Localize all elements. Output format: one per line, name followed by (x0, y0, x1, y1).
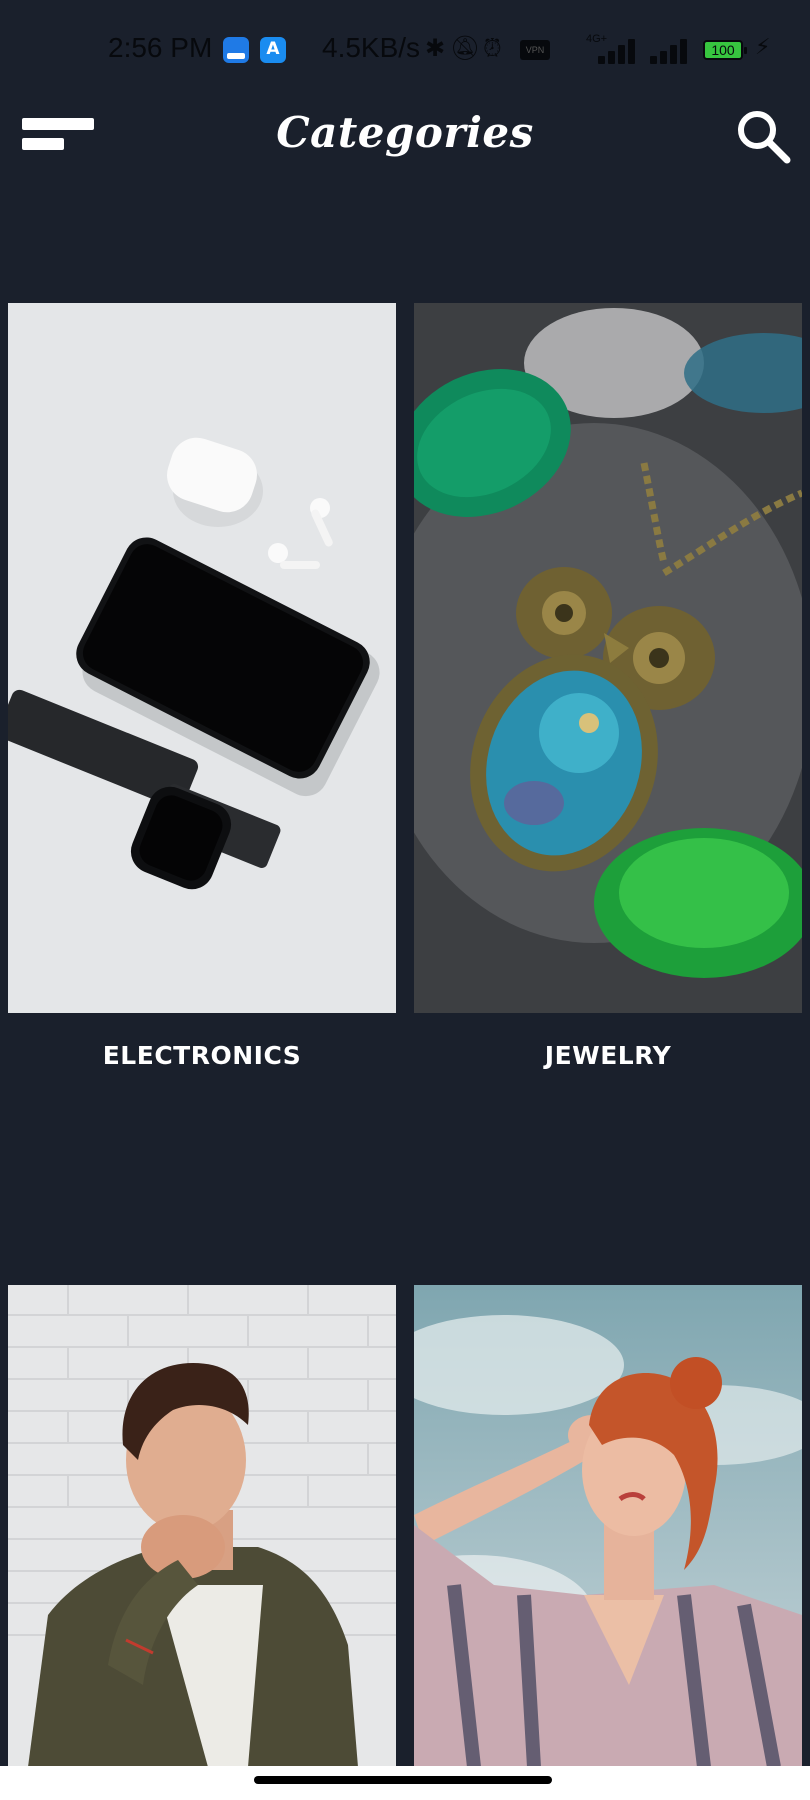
page-title: Categories (276, 108, 534, 157)
alarm-icon: ⏰︎ (483, 34, 502, 62)
charging-icon: ⚡︎ (755, 35, 771, 60)
download-app-icon (223, 37, 249, 63)
battery-icon: 100 (703, 40, 747, 60)
status-time: 2:56 PM (108, 32, 213, 63)
bluetooth-icon: ✱ (425, 34, 446, 62)
network-speed: 4.5KB/s (322, 32, 421, 63)
men-image (8, 1285, 396, 1767)
signal-strength-icon-2 (650, 36, 694, 64)
category-label: ELECTRONICS (102, 1041, 302, 1070)
jewelry-image (414, 303, 802, 1013)
category-label: JEWELRY (544, 1041, 672, 1070)
status-bar: 2:56 PM A 4.5KB/s ✱ 🔕︎ ⏰︎ VPN 4G+ 100 ⚡︎ (0, 0, 810, 100)
search-icon (738, 111, 791, 164)
mute-bell-icon: 🔕︎ (450, 34, 481, 62)
app-header: Categories (0, 100, 810, 210)
women-image (414, 1285, 802, 1767)
search-button[interactable] (735, 108, 793, 166)
app-store-icon: A (260, 37, 286, 63)
signal-strength-icon (598, 36, 642, 64)
home-indicator[interactable] (254, 1776, 552, 1784)
vpn-icon: VPN (520, 40, 550, 60)
electronics-image (8, 303, 396, 1013)
